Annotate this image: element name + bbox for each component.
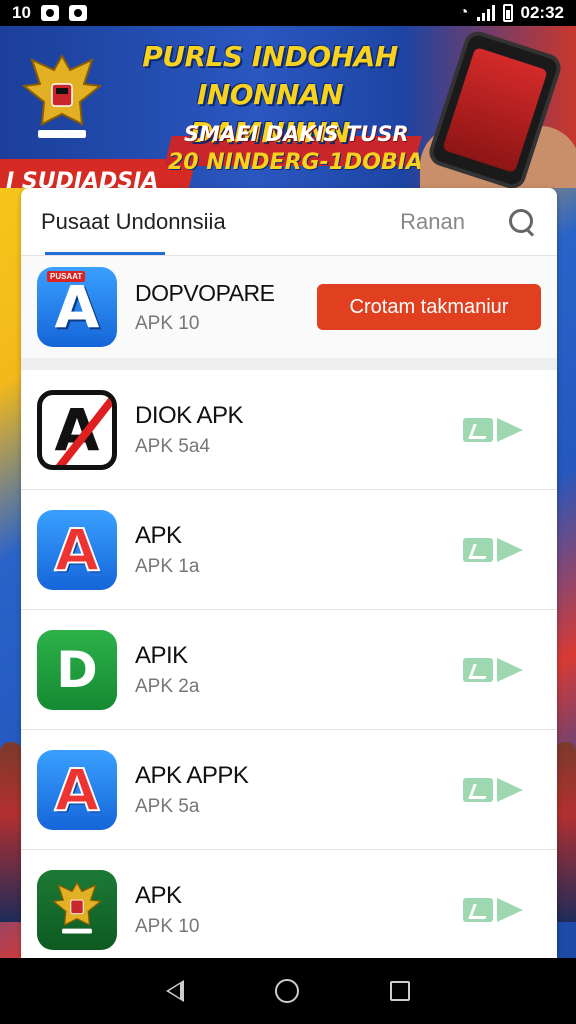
banner-title-line1: PURLS INDOHAH [142,40,398,73]
status-bar: 10 ◔ 02:32 [0,0,576,26]
tab-pusaat[interactable]: Pusaat Undonnsiia [41,209,226,235]
featured-app-meta: APK 10 [135,312,200,334]
promo-banner[interactable]: PURLS INDOHAH INONNAN DAMNIINN SMAEI DAK… [0,26,576,188]
battery-icon [502,4,513,22]
crowd-right-image [554,742,576,922]
app-name: APIK [135,641,188,669]
icon-tag: PUSAAT [47,271,86,282]
banner-subtitle-line2: 20 NINDERG-1DOBIAI ! [168,150,449,175]
crowd-left-image [0,742,22,922]
featured-action-button[interactable]: Crotam takmaniur [317,284,541,330]
search-icon[interactable] [505,206,537,238]
notification-icon-2 [68,5,87,21]
app-meta: APK 10 [135,915,200,937]
app-name: APK [135,521,182,549]
featured-app-name: DOPVOPARE [135,279,275,306]
banner-left-label: I SUDIADSIA [6,169,159,188]
list-item[interactable]: A DIOK APK APK 5a4 [21,370,557,490]
download-action-icon[interactable] [463,777,523,802]
apk-a-crossed-icon: A [37,389,117,470]
apk-green-d-icon: D [37,629,117,710]
status-number: 10 [12,3,31,22]
download-action-icon[interactable] [463,657,523,682]
apk-a-red-icon: A [37,749,117,830]
app-name: APK [135,881,182,909]
download-action-icon[interactable] [463,417,523,442]
app-meta: APK 5a [135,795,200,817]
app-store-panel: Pusaat Undonnsiia Ranan PUSAAT A DOPVOPA… [21,188,557,958]
garuda-emblem-icon [37,869,117,950]
app-meta: APK 2a [135,675,200,697]
notification-icon [40,5,59,21]
wifi-icon: ◔ [458,4,469,21]
panel-header: Pusaat Undonnsiia Ranan [21,188,557,256]
home-icon[interactable] [274,979,299,1003]
active-tab-indicator [45,252,165,255]
featured-app-row[interactable]: PUSAAT A DOPVOPARE APK 10 Crotam takmani… [21,256,557,370]
tab-ranan[interactable]: Ranan [400,209,465,235]
apk-a-red-icon: A [37,509,117,590]
app-name: APK APPK [135,761,249,789]
apk-a-icon: PUSAAT A [37,267,117,347]
app-meta: APK 5a4 [135,435,210,457]
recent-apps-icon[interactable] [390,981,411,1001]
app-meta: APK 1a [135,555,200,577]
banner-subtitle-line1: SMAEI DAKIS TUSR [184,122,409,146]
system-nav-bar [0,958,576,1024]
app-name: DIOK APK [135,401,244,429]
list-item[interactable]: A APK APK 1a [21,490,557,610]
download-action-icon[interactable] [463,897,523,922]
list-item[interactable]: D APIK APK 2a [21,610,557,730]
signal-icon [476,5,495,21]
garuda-emblem-icon [22,53,102,138]
list-item[interactable]: A APK APPK APK 5a [21,730,557,850]
back-icon[interactable] [165,980,184,1002]
list-item[interactable]: APK APK 10 [21,850,557,958]
download-action-icon[interactable] [463,537,523,562]
status-time: 02:32 [520,3,564,22]
